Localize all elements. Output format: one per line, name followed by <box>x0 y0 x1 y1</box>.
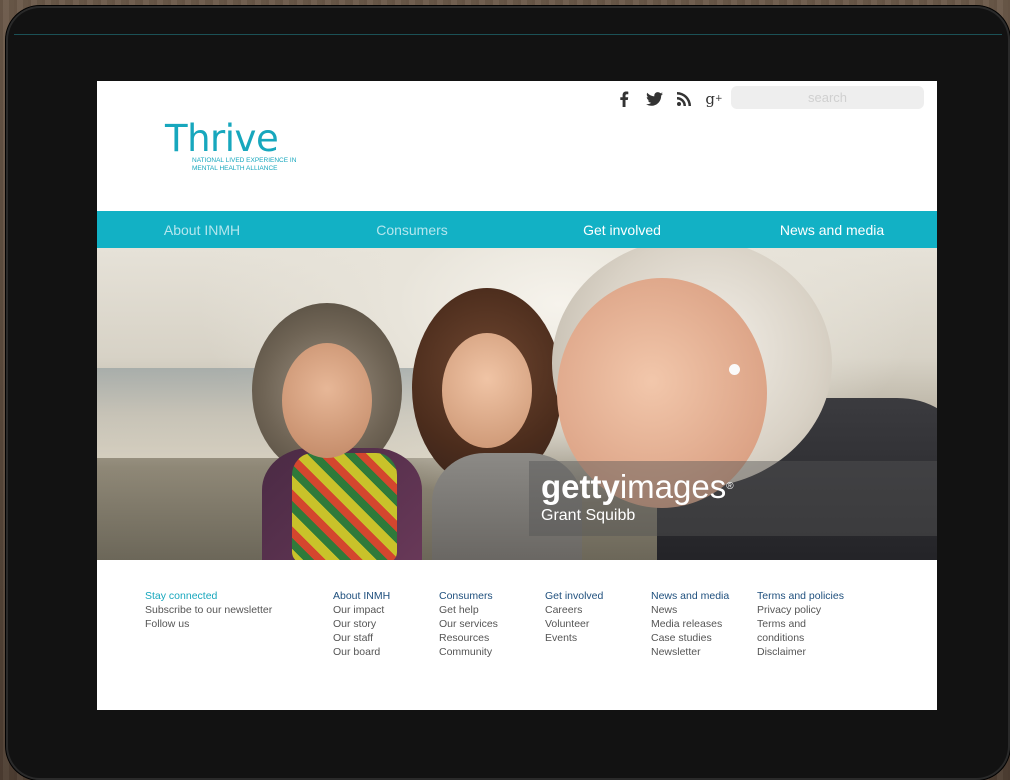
footer-column-news-and-media: News and media News Media releases Case … <box>651 589 729 659</box>
rss-icon[interactable] <box>669 88 699 110</box>
hero-earring <box>729 364 740 375</box>
footer-link-subscribe[interactable]: Subscribe to our newsletter <box>145 603 272 617</box>
logo-tagline-line1: NATIONAL LIVED EXPERIENCE IN <box>192 157 297 164</box>
thrive-logo[interactable]: Thrive NATIONAL LIVED EXPERIENCE IN MENT… <box>165 119 325 173</box>
footer-link-news[interactable]: News <box>651 603 729 617</box>
footer-link-our-story[interactable]: Our story <box>333 617 390 631</box>
footer-heading-get-involved[interactable]: Get involved <box>545 589 603 603</box>
hero-image: gettyimages® Grant Squibb <box>97 248 937 560</box>
watermark-brand-bold: getty <box>541 468 620 505</box>
footer-heading-consumers[interactable]: Consumers <box>439 589 498 603</box>
footer-link-our-board[interactable]: Our board <box>333 645 390 659</box>
footer-link-follow-us[interactable]: Follow us <box>145 617 272 631</box>
google-plus-icon[interactable]: g + <box>699 88 729 110</box>
footer-link-our-staff[interactable]: Our staff <box>333 631 390 645</box>
footer-link-newsletter[interactable]: Newsletter <box>651 645 729 659</box>
footer-link-case-studies[interactable]: Case studies <box>651 631 729 645</box>
footer-heading-about-inmh[interactable]: About INMH <box>333 589 390 603</box>
footer-link-our-services[interactable]: Our services <box>439 617 498 631</box>
footer-link-conditions[interactable]: conditions <box>757 631 844 645</box>
footer-link-disclaimer[interactable]: Disclaimer <box>757 645 844 659</box>
nav-item-about-inmh[interactable]: About INMH <box>97 211 307 248</box>
logo-wordmark: Thrive <box>165 117 279 160</box>
hero-person-left-scarf <box>292 453 397 560</box>
footer-heading-stay-connected: Stay connected <box>145 590 218 602</box>
footer-heading-news-and-media[interactable]: News and media <box>651 589 729 603</box>
footer-link-resources[interactable]: Resources <box>439 631 498 645</box>
main-navigation: About INMH Consumers Get involved News a… <box>97 211 937 248</box>
footer-link-community[interactable]: Community <box>439 645 498 659</box>
footer-link-our-impact[interactable]: Our impact <box>333 603 390 617</box>
search-input[interactable] <box>731 86 924 109</box>
twitter-icon[interactable] <box>639 88 669 110</box>
footer-link-privacy-policy[interactable]: Privacy policy <box>757 603 844 617</box>
watermark-registered-mark: ® <box>726 481 734 492</box>
footer-link-events[interactable]: Events <box>545 631 603 645</box>
footer-link-get-help[interactable]: Get help <box>439 603 498 617</box>
facebook-icon[interactable] <box>609 88 639 110</box>
nav-item-get-involved[interactable]: Get involved <box>517 211 727 248</box>
footer-column-about-inmh: About INMH Our impact Our story Our staf… <box>333 589 390 659</box>
footer-link-volunteer[interactable]: Volunteer <box>545 617 603 631</box>
hero-person-left-face <box>282 343 372 458</box>
logo-tagline-line2: MENTAL HEALTH ALLIANCE <box>192 165 278 172</box>
website-screen: g+ Thrive NATIONAL LIVED EXPERIENCE IN M… <box>97 81 937 710</box>
hero-person-middle-face <box>442 333 532 448</box>
watermark-brand: gettyimages® <box>541 469 734 505</box>
footer-column-terms-and-policies: Terms and policies Privacy policy Terms … <box>757 589 844 659</box>
footer-link-terms-and[interactable]: Terms and <box>757 617 844 631</box>
footer-column-get-involved: Get involved Careers Volunteer Events <box>545 589 603 645</box>
watermark-brand-rest: images <box>619 468 727 505</box>
footer-heading-terms-and-policies[interactable]: Terms and policies <box>757 589 844 603</box>
footer-stay-connected: Stay connected Subscribe to our newslett… <box>145 589 272 631</box>
nav-item-news-and-media[interactable]: News and media <box>727 211 937 248</box>
social-links: g + <box>609 88 729 110</box>
stock-watermark: gettyimages® Grant Squibb <box>529 461 937 536</box>
tablet-bezel-highlight <box>14 12 1002 35</box>
nav-item-consumers[interactable]: Consumers <box>307 211 517 248</box>
footer-link-careers[interactable]: Careers <box>545 603 603 617</box>
logo-tagline: NATIONAL LIVED EXPERIENCE IN MENTAL HEAL… <box>192 157 342 173</box>
watermark-credit: Grant Squibb <box>541 507 636 524</box>
footer-link-media-releases[interactable]: Media releases <box>651 617 729 631</box>
footer-column-consumers: Consumers Get help Our services Resource… <box>439 589 498 659</box>
